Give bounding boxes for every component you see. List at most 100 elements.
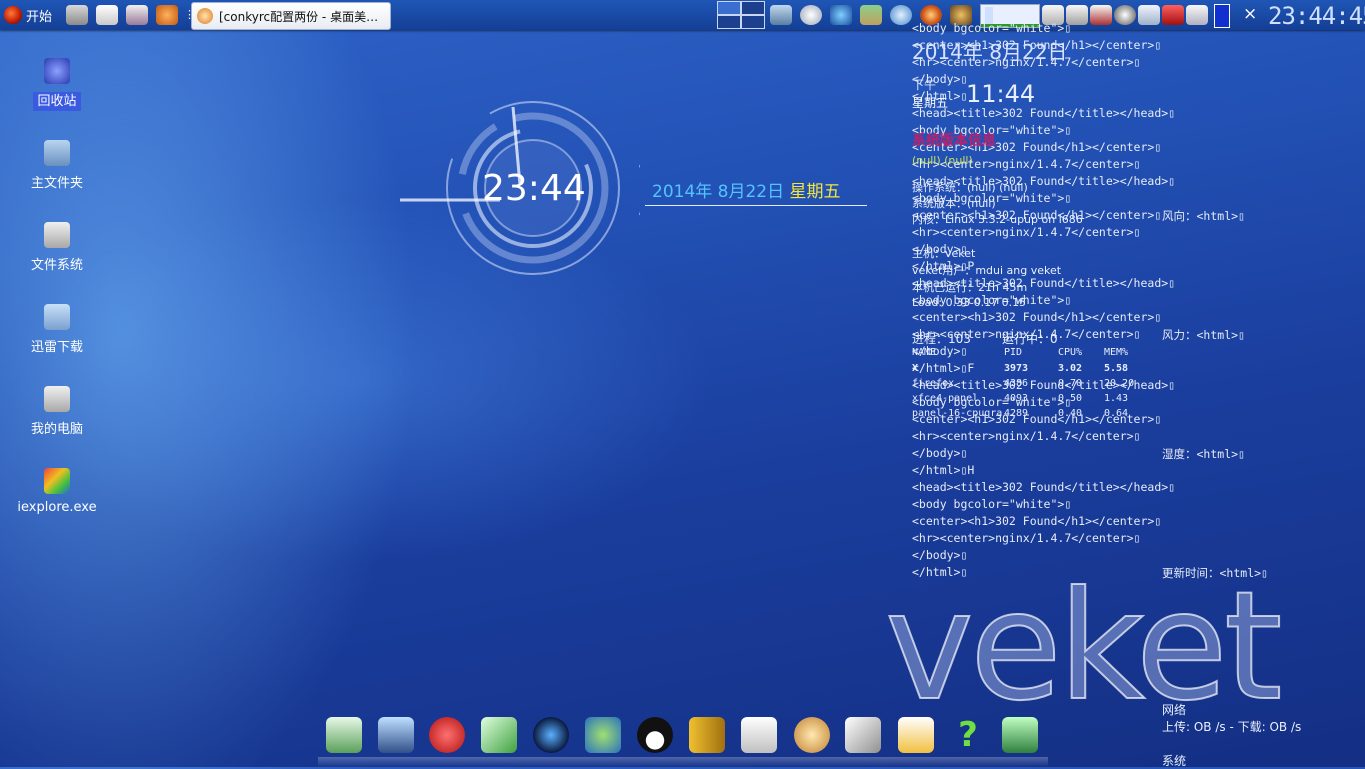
process-table-header: MEM% [1104, 347, 1129, 358]
weather-wind-direction: 风向：<html>▯ [1162, 209, 1245, 223]
desktop-icon-my-computer[interactable]: 我的电脑 [12, 386, 102, 437]
conky-html-line: <hr><center>nginx/1.4.7</center>▯ [912, 531, 1141, 545]
image-viewer-icon[interactable] [860, 5, 882, 25]
pet-app-icon[interactable] [898, 717, 934, 753]
conky-html-line: <head><title>302 Found</title></head>▯ [912, 106, 1176, 120]
conky-os: 操作系统：(null) (null) [912, 181, 1028, 194]
conky-html-line: </html>▯H [912, 463, 975, 477]
monitor-icon[interactable] [378, 717, 414, 753]
veket-logo-icon [4, 6, 22, 24]
paint-icon[interactable] [126, 5, 148, 25]
conky-time: 11:44 [966, 80, 1036, 108]
date-underline [645, 205, 867, 206]
chart-document-icon[interactable] [741, 717, 777, 753]
folder-icon [44, 304, 70, 330]
disc-icon[interactable] [800, 5, 822, 25]
conky-load: Load: 0.33 0.17 0.15 [912, 296, 1027, 309]
desktop-icon-home[interactable]: 主文件夹 [12, 140, 102, 191]
media-player-icon[interactable] [533, 717, 569, 753]
desktop-icon-thunder-downloads[interactable]: 迅雷下载 [12, 304, 102, 355]
volume-icon[interactable] [1186, 5, 1208, 25]
dock: ? [318, 713, 1048, 767]
desktop-icon-label: 我的电脑 [30, 422, 83, 437]
start-button[interactable]: 开始 [4, 4, 52, 26]
process-table-cell: 3973 [1004, 363, 1029, 374]
clock-widget-time: 23:44 [482, 168, 586, 209]
process-table-header: CPU% [1058, 347, 1083, 358]
desktop-icon-label: iexplore.exe [17, 500, 97, 515]
tools-icon[interactable] [66, 5, 88, 25]
camera-icon[interactable] [1002, 717, 1038, 753]
taskbar-title: [conkyrc配置两份 - 桌面美… [219, 9, 379, 24]
network-title: 网络 [1162, 703, 1187, 717]
conky-html-line: <center><h1>302 Found</h1></center>▯ [912, 514, 1162, 528]
conky-user: veket用户：mdui ang veket [912, 264, 1062, 277]
mahjong-icon[interactable] [96, 5, 118, 25]
process-table-cell: firefox [912, 378, 955, 389]
weather-wind-power: 风力：<html>▯ [1162, 328, 1245, 342]
conky-ampm: 下午 [912, 78, 937, 92]
desktop-icon-trash[interactable]: 回收站 [12, 58, 102, 111]
door-exit-icon[interactable] [689, 717, 725, 753]
process-table-cell: xfce4-panel [912, 393, 979, 404]
screenshot-icon[interactable] [770, 5, 792, 25]
close-icon[interactable]: × [1243, 4, 1257, 24]
panel-clock[interactable]: 23:44:45 [1268, 2, 1365, 30]
conky-html-line: <head><title>302 Found</title></head>▯ [912, 480, 1176, 494]
help-icon[interactable]: ? [950, 717, 986, 753]
volume-level[interactable] [1214, 4, 1230, 28]
desktop-icon-iexplore[interactable]: iexplore.exe [12, 468, 102, 515]
network-icon[interactable] [830, 5, 852, 25]
clock-widget-date-text: 2014年 8月22日 [652, 182, 785, 202]
desktop-icon-label: 文件系统 [30, 258, 83, 273]
process-table-cell: 20.20 [1104, 378, 1135, 389]
home-folder-icon [44, 140, 70, 166]
taskbar-button-firefox[interactable]: [conkyrc配置两份 - 桌面美… [191, 2, 391, 30]
clock-widget-date: 2014年 8月22日 星期五 [652, 177, 841, 202]
conky-weekday: 星期五 [912, 96, 949, 110]
conky-null-line: (null) (null) [912, 154, 973, 167]
process-table-cell: X [912, 363, 919, 374]
pen-tablet-icon[interactable] [481, 717, 517, 753]
conky-html-line: </html>▯F [912, 361, 975, 375]
conky-section-title: 系统版本信息 [912, 133, 996, 149]
conky-host: 主机：veket [912, 247, 976, 260]
conky-processes: 进程：103 [912, 332, 971, 346]
recycle-bin-icon [44, 58, 70, 84]
users-icon[interactable] [585, 717, 621, 753]
conky-html-line: <center><h1>302 Found</h1></center>▯ [912, 310, 1162, 324]
desktop-icon-label: 回收站 [33, 92, 81, 111]
game-icon[interactable] [156, 5, 178, 25]
system-title: 系统 [1162, 754, 1187, 768]
browser-icon[interactable] [890, 5, 912, 25]
dock-shelf [318, 757, 1048, 767]
conky-html-line: <body bgcolor="white">▯ [912, 21, 1072, 35]
conky-date: 2014年 8月22日 [912, 40, 1068, 64]
workspace-pager[interactable] [717, 1, 765, 29]
conky-kernel: 内核：Linux 3.3.2-upup on i686 [912, 213, 1083, 226]
conky-html-line: <body bgcolor="white">▯ [912, 497, 1072, 511]
start-label: 开始 [26, 9, 53, 25]
conky-html-line: <hr><center>nginx/1.4.7</center>▯ [912, 429, 1141, 443]
conky-html-line: </body>▯ [912, 72, 968, 86]
process-table-cell: 1.43 [1104, 393, 1129, 404]
process-table-cell: 4289 [1004, 408, 1029, 419]
exe-app-icon [44, 468, 70, 494]
mascot-app-icon[interactable] [429, 717, 465, 753]
drive-icon [44, 222, 70, 248]
file-manager-icon[interactable] [326, 717, 362, 753]
conky-version: 系统版本：(null) [912, 197, 996, 210]
palette-icon[interactable] [794, 717, 830, 753]
process-table-cell: panel-16-cpugra [912, 408, 1003, 419]
desktop-icon-label: 迅雷下载 [30, 340, 83, 355]
desktop-icon-label: 主文件夹 [30, 176, 83, 191]
process-table-header: NAME [912, 347, 937, 358]
process-table-cell: 3.02 [1058, 363, 1083, 374]
process-table-cell: 0.64 [1104, 408, 1129, 419]
qq-penguin-icon[interactable] [637, 717, 673, 753]
firefox-icon [197, 8, 213, 24]
desktop-icon-filesystem[interactable]: 文件系统 [12, 222, 102, 273]
clock-widget-weekday: 星期五 [789, 182, 841, 202]
conky-uptime: 本机已运行：21h 45m [912, 281, 1028, 294]
usb-drive-icon[interactable] [845, 717, 881, 753]
